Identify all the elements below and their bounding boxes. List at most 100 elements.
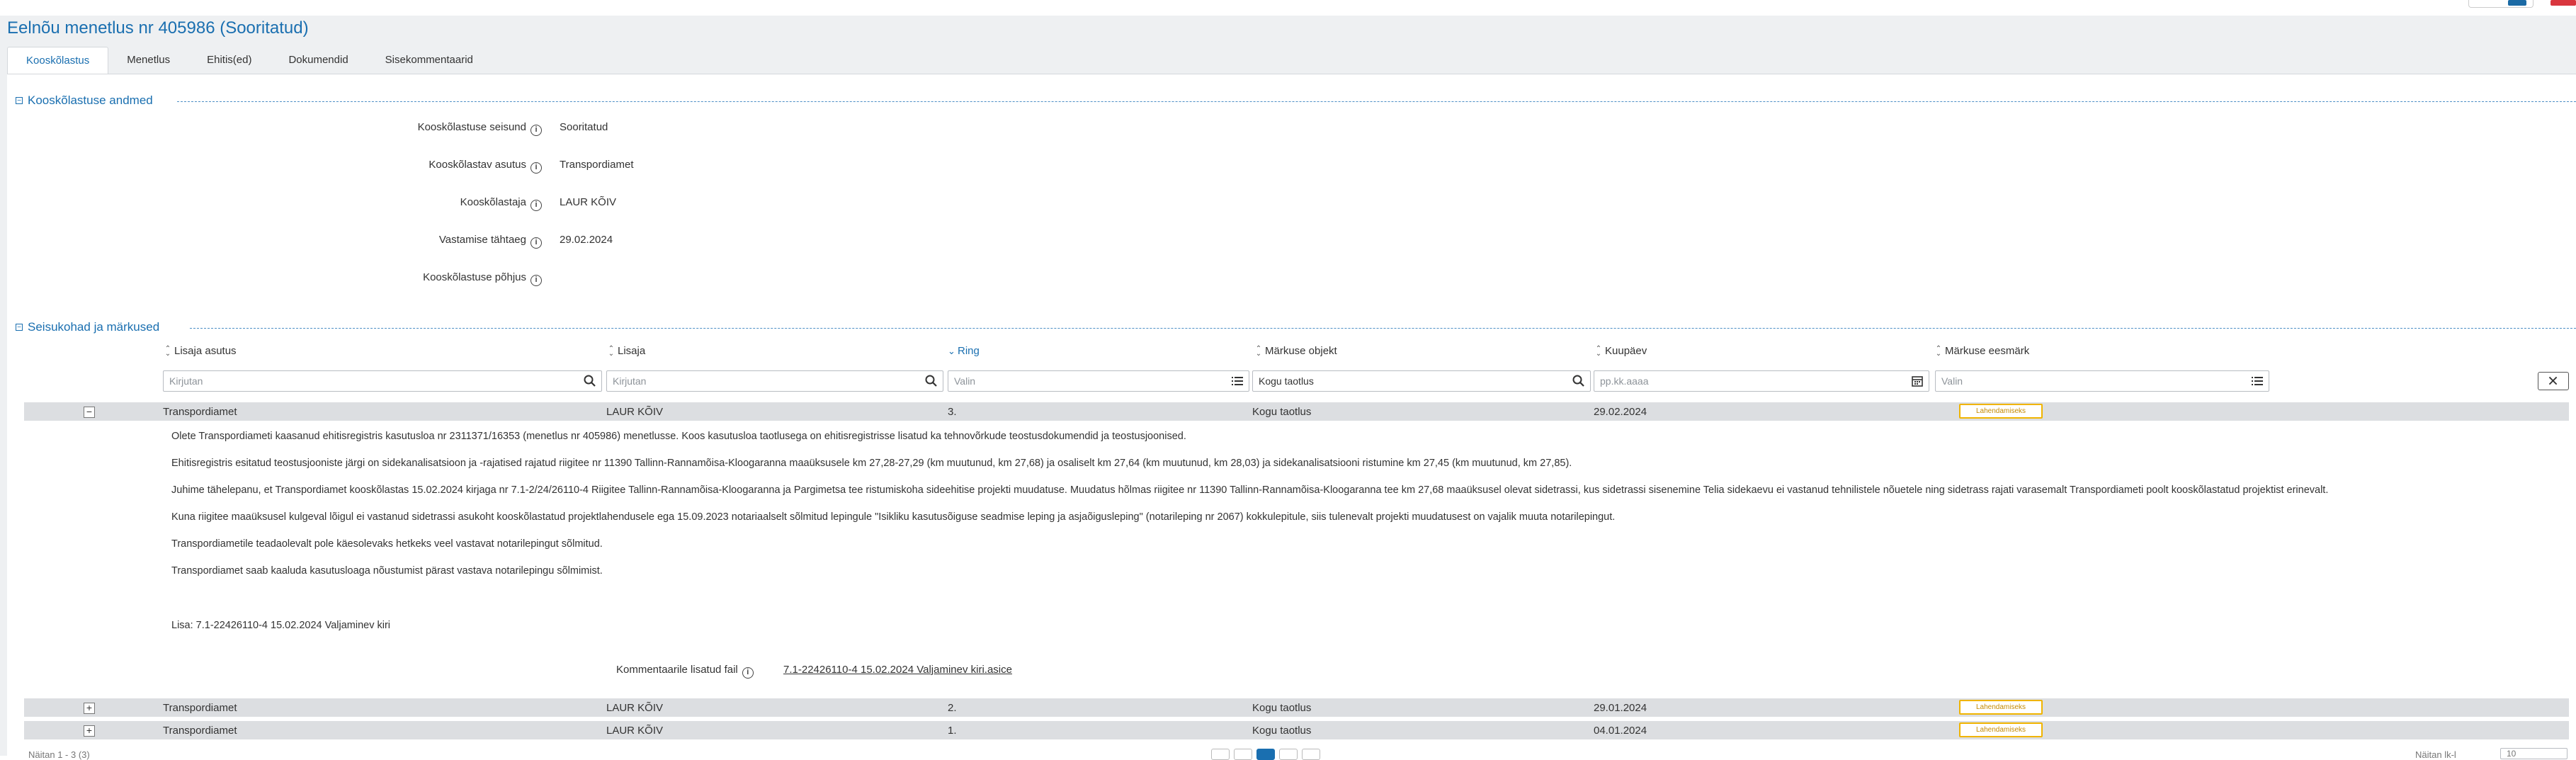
cell-asutus: Transpordiamet — [163, 702, 237, 714]
filter-placeholder: pp.kk.aaaa — [1600, 375, 1649, 387]
first-page-button[interactable] — [1211, 749, 1230, 760]
cell-kuupaev: 29.01.2024 — [1594, 702, 1647, 714]
expand-row-icon[interactable]: + — [84, 725, 95, 737]
expand-row-icon[interactable]: + — [84, 703, 95, 714]
field-label: Vastamise tähtaeg i — [439, 234, 542, 249]
info-icon[interactable]: i — [530, 125, 542, 136]
search-icon[interactable] — [1572, 374, 1586, 388]
comment-paragraph: Ehitisregistris esitatud teostusjooniste… — [171, 458, 1572, 469]
comment-paragraph: Olete Transpordiameti kaasanud ehitisreg… — [171, 431, 1186, 442]
comment-paragraph: Kuna riigitee maaüksusel kulgeval lõigul… — [171, 511, 1616, 523]
info-icon[interactable]: i — [530, 275, 542, 286]
tab-ehitised[interactable]: Ehitis(ed) — [188, 47, 270, 74]
column-header-lisaja-asutus[interactable]: ⌃ ⌄ Lisaja asutus — [164, 345, 237, 357]
cell-objekt: Kogu taotlus — [1252, 406, 1312, 418]
top-bar — [0, 0, 2576, 16]
field-value: Transpordiamet — [560, 159, 634, 171]
prev-page-button[interactable] — [1234, 749, 1252, 760]
field-label: Kooskõlastuse põhjus i — [423, 271, 542, 286]
user-icon[interactable] — [2508, 0, 2526, 6]
page-size-select[interactable]: 10 — [2500, 748, 2568, 759]
field-value: 29.02.2024 — [560, 234, 613, 246]
column-label: Kuupäev — [1605, 345, 1647, 357]
collapse-icon[interactable]: − — [16, 324, 23, 331]
cell-asutus: Transpordiamet — [163, 725, 237, 737]
logout-button[interactable] — [2551, 0, 2576, 6]
field-label-text: Kooskõlastuse põhjus — [423, 271, 526, 283]
cell-objekt: Kogu taotlus — [1252, 725, 1312, 737]
field-kooskolastaja: Kooskõlastaja i LAUR KÕIV — [0, 196, 850, 212]
sort-icon: ⌃ ⌄ — [1935, 344, 1942, 358]
last-page-button[interactable] — [1302, 749, 1320, 760]
filter-objekt-input[interactable]: Kogu taotlus — [1252, 370, 1591, 392]
filter-asutus-input[interactable]: Kirjutan — [163, 370, 602, 392]
column-label: Märkuse eesmärk — [1945, 345, 2030, 357]
field-seisund: Kooskõlastuse seisund i Sooritatud — [0, 121, 850, 137]
table-row[interactable]: + Transpordiamet LAUR KÕIV 1. Kogu taotl… — [24, 721, 2569, 739]
section-header-seisukohad[interactable]: − Seisukohad ja märkused — [16, 320, 165, 334]
field-label-text: Kooskõlastuse seisund — [417, 121, 526, 133]
cell-ring: 1. — [948, 725, 957, 737]
field-label-text: Kooskõlastav asutus — [429, 159, 526, 171]
field-label: Kooskõlastuse seisund i — [418, 121, 542, 136]
filter-placeholder: Kirjutan — [169, 375, 203, 387]
cell-lisaja: LAUR KÕIV — [606, 702, 664, 714]
section-header-kooskolastuse-andmed[interactable]: − Kooskõlastuse andmed — [16, 93, 159, 108]
cell-kuupaev: 04.01.2024 — [1594, 725, 1647, 737]
info-icon[interactable]: i — [530, 162, 542, 174]
filter-kuupaev-input[interactable]: pp.kk.aaaa — [1594, 370, 1929, 392]
info-icon[interactable]: i — [742, 667, 754, 679]
table-row[interactable]: + Transpordiamet LAUR KÕIV 2. Kogu taotl… — [24, 698, 2569, 717]
current-page-button[interactable] — [1256, 749, 1275, 760]
field-tahtaeg: Vastamise tähtaeg i 29.02.2024 — [0, 234, 850, 249]
field-value: Sooritatud — [560, 121, 608, 133]
pagination — [1211, 749, 1320, 760]
filter-ring-select[interactable]: Valin — [948, 370, 1249, 392]
column-header-markuse-objekt[interactable]: ⌃ ⌄ Märkuse objekt — [1255, 345, 1337, 357]
column-header-ring[interactable]: ⌄ Ring — [948, 345, 980, 357]
list-icon[interactable] — [1230, 374, 1244, 388]
tab-sisekommentaarid[interactable]: Sisekommentaarid — [367, 47, 492, 74]
tab-dokumendid[interactable]: Dokumendid — [270, 47, 366, 74]
filter-placeholder: Kirjutan — [613, 375, 647, 387]
cell-objekt: Kogu taotlus — [1252, 702, 1312, 714]
collapse-icon[interactable]: − — [16, 97, 23, 105]
filter-lisaja-input[interactable]: Kirjutan — [606, 370, 943, 392]
field-label-text: Vastamise tähtaeg — [438, 234, 526, 246]
filter-eesmark-select[interactable]: Valin — [1935, 370, 2269, 392]
sort-icon: ⌃ ⌄ — [608, 344, 615, 358]
tab-kooskolastus[interactable]: Kooskõlastus — [7, 47, 109, 74]
column-header-kuupaev[interactable]: ⌃ ⌄ Kuupäev — [1595, 345, 1647, 357]
cell-kuupaev: 29.02.2024 — [1594, 406, 1647, 418]
filter-placeholder: Valin — [1941, 375, 1963, 387]
results-count: Näitan 1 - 3 (3) — [28, 749, 90, 760]
status-badge: Lahendamiseks — [1959, 722, 2043, 737]
field-pohjus: Kooskõlastuse põhjus i — [0, 271, 850, 287]
column-header-lisaja[interactable]: ⌃ ⌄ Lisaja — [608, 345, 645, 357]
field-label-text: Kooskõlastaja — [460, 196, 526, 208]
field-label: Kooskõlastav asutus i — [429, 159, 542, 174]
list-icon[interactable] — [2250, 374, 2264, 388]
sort-icon: ⌃ ⌄ — [1255, 344, 1262, 358]
comment-attachment-note: Lisa: 7.1-22426110-4 15.02.2024 Valjamin… — [171, 620, 390, 631]
search-icon[interactable] — [924, 374, 938, 388]
next-page-button[interactable] — [1279, 749, 1298, 760]
status-badge: Lahendamiseks — [1959, 404, 2043, 419]
column-header-markuse-eesmark[interactable]: ⌃ ⌄ Märkuse eesmärk — [1935, 345, 2029, 357]
tab-menetlus[interactable]: Menetlus — [108, 47, 188, 74]
clear-filters-button[interactable] — [2538, 372, 2569, 390]
attachment-label: Kommentaarile lisatud fail i — [616, 664, 754, 679]
attachment-link[interactable]: 7.1-22426110-4 15.02.2024 Valjaminev kir… — [783, 664, 1012, 676]
sort-icon: ⌃ ⌄ — [1595, 344, 1602, 358]
comment-paragraph: Transpordiametile teadaolevalt pole käes… — [171, 538, 603, 550]
close-icon — [2548, 376, 2558, 385]
collapse-row-icon[interactable]: − — [84, 407, 95, 418]
info-icon[interactable]: i — [530, 200, 542, 211]
calendar-icon[interactable] — [1910, 374, 1924, 388]
search-icon[interactable] — [583, 374, 597, 388]
cell-ring: 2. — [948, 702, 957, 714]
tab-bar: Kooskõlastus Menetlus Ehitis(ed) Dokumen… — [7, 47, 492, 74]
cell-ring: 3. — [948, 406, 957, 418]
info-icon[interactable]: i — [530, 237, 542, 249]
table-row[interactable]: − Transpordiamet LAUR KÕIV 3. Kogu taotl… — [24, 402, 2569, 421]
